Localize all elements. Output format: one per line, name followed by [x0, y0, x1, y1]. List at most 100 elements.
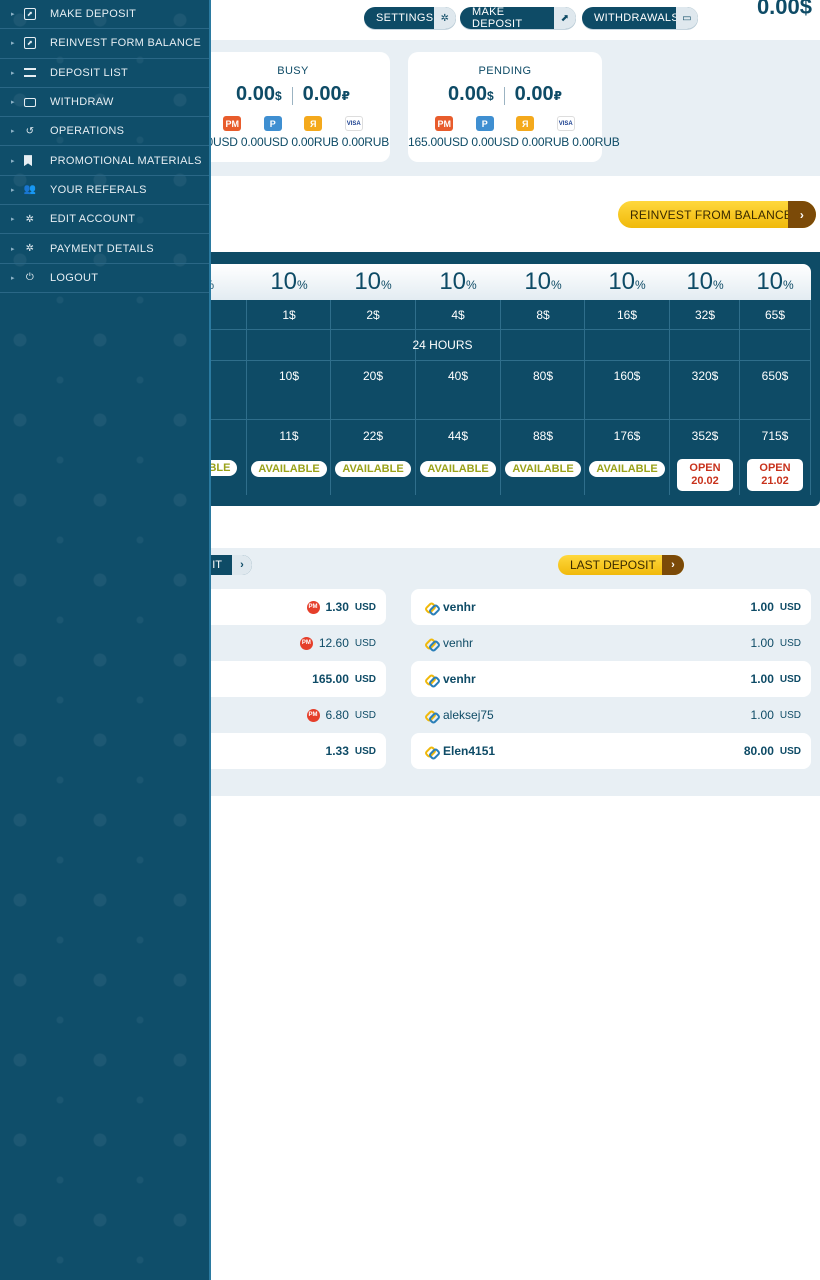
sidebar-item-label: REINVEST FORM BALANCE — [50, 37, 201, 50]
history-icon: ↺ — [25, 125, 35, 137]
sidebar-edge — [209, 0, 211, 1280]
rub-sign: ₽ — [341, 89, 350, 103]
list-item: aleksej75 1.00 USD — [411, 697, 811, 733]
plan-percent: 10% — [686, 268, 724, 295]
plan-total: 22$ — [362, 429, 384, 443]
plan-deposit: 320$ — [691, 369, 719, 383]
list-item: venhr 1.00 USD — [411, 625, 811, 661]
gear-icon: ✲ — [25, 213, 35, 225]
plan-status: AVAILABLE — [331, 459, 415, 477]
plan-total: 44$ — [447, 429, 469, 443]
payment-icons: PM P Я VISA — [408, 116, 602, 131]
divider — [503, 87, 505, 105]
chevron-right-icon: ▸ — [11, 11, 15, 19]
plan-deposit: 80$ — [532, 369, 554, 383]
reinvest-from-balance-button[interactable]: REINVEST FROM BALANCE › — [618, 201, 816, 228]
plan-status: AVAILABLE — [247, 459, 331, 477]
plan-status: OPEN 20.02 — [670, 459, 740, 491]
visa-icon: VISA — [556, 116, 575, 131]
chevron-right-icon: › — [662, 555, 684, 575]
gear-icon: ✲ — [25, 243, 35, 255]
sidebar-item-label: OPERATIONS — [50, 125, 125, 138]
status-badge[interactable]: AVAILABLE — [420, 461, 496, 477]
sidebar-item-payment-details[interactable]: ▸ ✲ PAYMENT DETAILS — [0, 234, 210, 264]
deposit-user: venhr — [425, 600, 476, 614]
sidebar-item-label: WITHDRAW — [50, 96, 114, 109]
balance-value: 0.00$ — [756, 0, 812, 19]
status-badge[interactable]: AVAILABLE — [251, 461, 327, 477]
plan-percent: 10% — [756, 268, 794, 295]
sidebar-item-make-deposit[interactable]: ▸ ⬈ MAKE DEPOSIT — [0, 0, 210, 30]
sidebar-item-promotional-materials[interactable]: ▸ PROMOTIONAL MATERIALS — [0, 146, 210, 176]
status-badge[interactable]: AVAILABLE — [335, 461, 411, 477]
perfect-money-icon: PM — [223, 116, 242, 131]
deposit-amount: 1.00 USD — [750, 708, 801, 722]
link-icon — [425, 637, 437, 649]
plan-percent: 10% — [524, 268, 562, 295]
card-title: PENDING — [478, 65, 532, 77]
deposit-amount: 1.00 USD — [750, 672, 801, 686]
divider — [291, 87, 293, 105]
tab-label: IT — [212, 559, 222, 571]
plan-percent: 10% — [608, 268, 646, 295]
rub-sign: ₽ — [553, 89, 562, 103]
sidebar-item-label: PROMOTIONAL MATERIALS — [50, 154, 202, 167]
list-item: Elen4151 80.00 USD — [411, 733, 811, 769]
card-amounts: 0.00$ 0.00₽ — [408, 83, 602, 106]
link-icon — [425, 601, 437, 613]
open-date-badge: OPEN 20.02 — [677, 459, 733, 491]
make-deposit-top-button[interactable]: MAKE DEPOSIT ⬈ — [460, 6, 576, 30]
link-icon — [425, 673, 437, 685]
withdrawals-button[interactable]: WITHDRAWALS ▭ — [582, 7, 698, 29]
plan-min: 1$ — [282, 308, 296, 322]
rub-amount: 0.00 — [514, 83, 554, 105]
plan-deposit: 10$ — [278, 369, 300, 383]
chevron-right-icon: › — [788, 201, 816, 228]
deposit-user: aleksej75 — [425, 708, 494, 722]
link-icon — [425, 745, 437, 757]
status-badge[interactable]: AVAILABLE — [505, 461, 581, 477]
deposit-user: venhr — [425, 636, 473, 650]
sidebar-item-withdraw[interactable]: ▸ WITHDRAW — [0, 88, 210, 118]
plan-percent: 10% — [354, 268, 392, 295]
sidebar-item-reinvest-form-balance[interactable]: ▸ ⬈ REINVEST FORM BALANCE — [0, 29, 210, 59]
sidebar-item-edit-account[interactable]: ▸ ✲ EDIT ACCOUNT — [0, 205, 210, 235]
plan-min: 16$ — [616, 308, 638, 322]
card-title: BUSY — [277, 65, 309, 77]
sidebar: ▸ ⬈ MAKE DEPOSIT ▸ ⬈ REINVEST FORM BALANCE ▸ DE… — [0, 0, 210, 1280]
external-link-icon: ⬈ — [24, 8, 36, 21]
plan-min: 4$ — [451, 308, 465, 322]
withdrawal-amount: 165.00 USD — [312, 672, 376, 686]
chevron-right-icon: ▸ — [11, 69, 15, 77]
visa-icon: VISA — [344, 116, 363, 131]
busy-card: BUSY 0.00$ 0.00₽ PM P Я VISA .00USD 0.00… — [196, 52, 390, 162]
payeer-icon: P — [263, 116, 282, 131]
card-values: 165.00USD 0.00USD 0.00RUB 0.00RUB — [408, 135, 620, 149]
sidebar-item-your-referals[interactable]: ▸ 👥 YOUR REFERALS — [0, 176, 210, 206]
yandex-money-icon: Я — [304, 116, 323, 131]
chevron-right-icon: ▸ — [11, 157, 15, 165]
last-deposit-tab[interactable]: LAST DEPOSIT › — [558, 555, 684, 575]
perfect-money-icon: PM — [306, 708, 320, 722]
deposit-amount: 1.00 USD — [750, 636, 801, 650]
plan-total: 88$ — [532, 429, 554, 443]
sidebar-item-deposit-list[interactable]: ▸ DEPOSIT LIST — [0, 59, 210, 88]
bookmark-icon — [24, 155, 32, 167]
sidebar-item-logout[interactable]: ▸ ⏻ LOGOUT — [0, 264, 210, 293]
settings-button[interactable]: SETTINGS ✲ — [364, 7, 456, 29]
withdrawals-label: WITHDRAWALS — [594, 12, 679, 24]
perfect-money-icon: PM — [306, 600, 320, 614]
reinvest-label: REINVEST FROM BALANCE — [630, 207, 793, 222]
chevron-right-icon: ▸ — [11, 216, 15, 224]
plan-min: 8$ — [536, 308, 550, 322]
plan-percent: 10% — [270, 268, 308, 295]
power-icon: ⏻ — [25, 272, 35, 284]
status-badge[interactable]: AVAILABLE — [589, 461, 665, 477]
chevron-right-icon: ▸ — [11, 99, 15, 107]
withdrawal-amount: PM 6.80 USD — [306, 708, 376, 722]
sidebar-item-operations[interactable]: ▸ ↺ OPERATIONS — [0, 117, 210, 147]
plan-total: 352$ — [691, 429, 719, 443]
withdrawal-amount: 1.33 USD — [325, 744, 376, 758]
usd-sign: $ — [486, 89, 494, 103]
external-link-icon: ⬈ — [24, 37, 36, 50]
